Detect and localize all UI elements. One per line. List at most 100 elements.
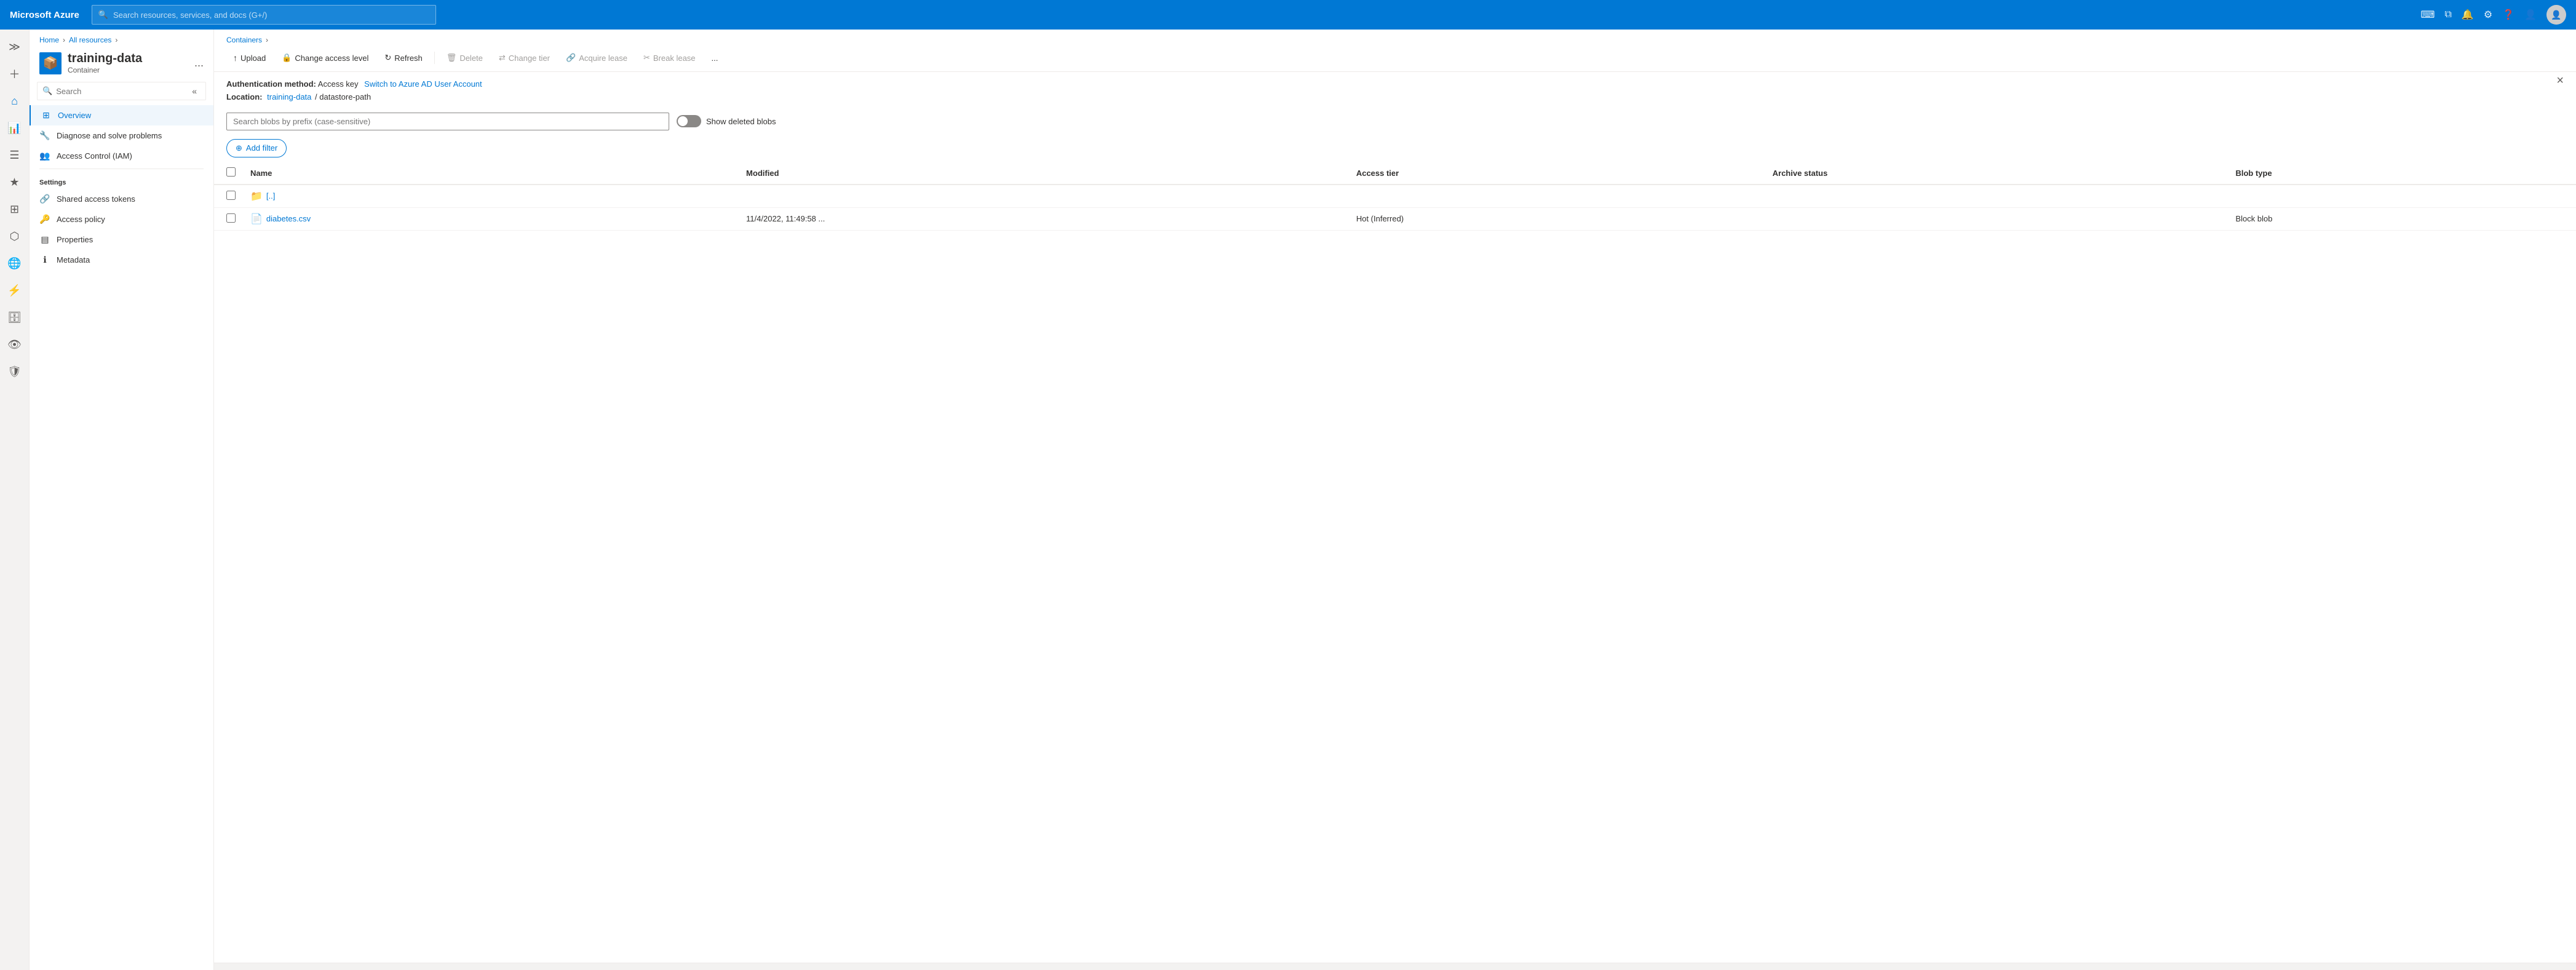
row-checkbox[interactable] (226, 213, 236, 223)
acquire-lease-button[interactable]: 🔗 Acquire lease (559, 49, 634, 66)
grid-icon: ⊞ (41, 110, 52, 121)
col-modified[interactable]: Modified (736, 162, 1346, 185)
sidebar-item-dashboard[interactable]: ⌂ (2, 89, 27, 113)
upload-button[interactable]: ↑ Upload (226, 49, 272, 66)
nav-item-shared-access[interactable]: 🔗 Shared access tokens (30, 189, 213, 209)
upload-icon: ↑ (233, 53, 237, 63)
help-icon[interactable]: ❓ (2502, 9, 2514, 21)
add-filter-label: Add filter (246, 143, 277, 153)
table-header: Name Modified Access tier Archive status… (214, 162, 2576, 185)
select-all-checkbox[interactable] (226, 167, 236, 177)
settings-section-title: Settings (30, 172, 213, 189)
portal-icon[interactable]: ⧉ (2444, 9, 2451, 20)
brand-label: Microsoft Azure (10, 10, 79, 20)
breadcrumb-home[interactable]: Home (39, 36, 59, 44)
close-button[interactable]: × (2556, 74, 2564, 88)
sidebar-item-grid[interactable]: ⊞ (2, 197, 27, 221)
auth-info: Authentication method: Access key Switch… (214, 72, 2576, 108)
row-access-tier (1346, 185, 1763, 208)
container-icon: 📦 (43, 55, 58, 71)
sidebar-item-cube[interactable]: ⬡ (2, 224, 27, 248)
nav-item-properties-label: Properties (57, 235, 93, 244)
avatar[interactable]: 👤 (2546, 5, 2566, 25)
add-filter-button[interactable]: ⊕ Add filter (226, 139, 287, 157)
sidebar-item-eye[interactable]: 👁 (2, 332, 27, 357)
change-tier-button[interactable]: ⇄ Change tier (492, 49, 557, 66)
acquire-lease-icon: 🔗 (566, 53, 576, 63)
nav-item-diagnose[interactable]: 🔧 Diagnose and solve problems (30, 125, 213, 146)
nav-item-access-policy[interactable]: 🔑 Access policy (30, 209, 213, 229)
auth-method-label: Authentication method: (226, 79, 316, 89)
refresh-label: Refresh (394, 54, 423, 63)
info-icon: ℹ (39, 255, 50, 265)
break-lease-label: Break lease (653, 54, 696, 63)
sidebar-item-analytics[interactable]: 📊 (2, 116, 27, 140)
folder-icon: 📁 (250, 190, 263, 202)
auth-method-value: Access key (318, 79, 359, 89)
sidebar-item-bolt[interactable]: ⚡ (2, 278, 27, 303)
left-panel: Home › All resources › 📦 training-data C… (30, 30, 214, 970)
toolbar: ↑ Upload 🔒 Change access level ↻ Refresh… (214, 44, 2576, 72)
resource-more-btn[interactable]: ... (194, 57, 204, 70)
show-deleted-toggle[interactable] (677, 115, 701, 127)
resource-header: 📦 training-data Container ... (30, 44, 213, 79)
row-access-tier: Hot (Inferred) (1346, 207, 1763, 230)
change-access-button[interactable]: 🔒 Change access level (275, 49, 375, 66)
breadcrumb-all-resources[interactable]: All resources (69, 36, 111, 44)
row-blob-type: Block blob (2225, 207, 2576, 230)
terminal-icon[interactable]: ⌨ (2420, 9, 2435, 21)
gear-icon[interactable]: ⚙ (2484, 9, 2492, 21)
col-name[interactable]: Name (241, 162, 736, 185)
col-blob-type[interactable]: Blob type (2225, 162, 2576, 185)
col-archive-status[interactable]: Archive status (1763, 162, 2226, 185)
break-lease-button[interactable]: ✂ Break lease (637, 49, 702, 66)
change-tier-label: Change tier (509, 54, 550, 63)
refresh-button[interactable]: ↻ Refresh (378, 49, 429, 66)
table-body: 📁 [..] (214, 185, 2576, 231)
delete-button[interactable]: 🗑 Delete (440, 49, 490, 66)
sidebar-item-home[interactable]: ＋ (2, 62, 27, 86)
sidebar-item-shield[interactable]: 🛡 (2, 359, 27, 384)
nav-item-overview-label: Overview (58, 111, 91, 120)
row-modified: 11/4/2022, 11:49:58 ... (736, 207, 1346, 230)
select-all-col (214, 162, 241, 185)
nav-search-input[interactable] (56, 87, 185, 96)
key-icon: 🔑 (39, 214, 50, 225)
breadcrumb-sep-2: › (115, 36, 117, 44)
nav-item-iam[interactable]: 👥 Access Control (IAM) (30, 146, 213, 166)
sidebar-item-db[interactable]: 🗄 (2, 305, 27, 330)
nav-item-metadata[interactable]: ℹ Metadata (30, 250, 213, 270)
people-icon: 👥 (39, 151, 50, 161)
scroll-hint (214, 963, 2576, 970)
acquire-lease-label: Acquire lease (579, 54, 627, 63)
search-icon: 🔍 (98, 10, 108, 20)
nav-search-icon: 🔍 (42, 86, 52, 96)
nav-collapse-btn[interactable]: « (188, 85, 201, 97)
sidebar-collapse-btn[interactable]: ≫ (2, 34, 27, 59)
person-icon[interactable]: 👤 (2524, 9, 2537, 21)
nav-item-access-policy-label: Access policy (57, 215, 105, 224)
sidebar-item-globe[interactable]: 🌐 (2, 251, 27, 276)
show-deleted-label: Show deleted blobs (706, 117, 776, 126)
auth-location-link[interactable]: training-data (267, 92, 311, 101)
more-button[interactable]: ... (705, 50, 725, 66)
nav-search-bar: 🔍 « (37, 82, 206, 100)
bell-icon[interactable]: 🔔 (2462, 9, 2474, 21)
row-archive-status (1763, 185, 2226, 208)
row-name[interactable]: [..] (266, 191, 275, 201)
blob-data-table: Name Modified Access tier Archive status… (214, 162, 2576, 231)
sidebar-item-menu[interactable]: ☰ (2, 143, 27, 167)
filter-row: ⊕ Add filter (214, 135, 2576, 162)
blob-search-input[interactable] (226, 113, 669, 130)
sidebar-item-favorites[interactable]: ★ (2, 170, 27, 194)
col-access-tier[interactable]: Access tier (1346, 162, 1763, 185)
row-checkbox[interactable] (226, 191, 236, 200)
global-search[interactable]: 🔍 Search resources, services, and docs (… (92, 5, 436, 25)
auth-location-path: / datastore-path (315, 92, 371, 101)
blob-search-row: Show deleted blobs (214, 108, 2576, 135)
row-name[interactable]: diabetes.csv (266, 214, 311, 223)
nav-item-properties[interactable]: ▤ Properties (30, 229, 213, 250)
auth-switch-link[interactable]: Switch to Azure AD User Account (364, 79, 482, 89)
nav-item-overview[interactable]: ⊞ Overview (30, 105, 213, 125)
content-breadcrumb-containers[interactable]: Containers (226, 36, 262, 44)
